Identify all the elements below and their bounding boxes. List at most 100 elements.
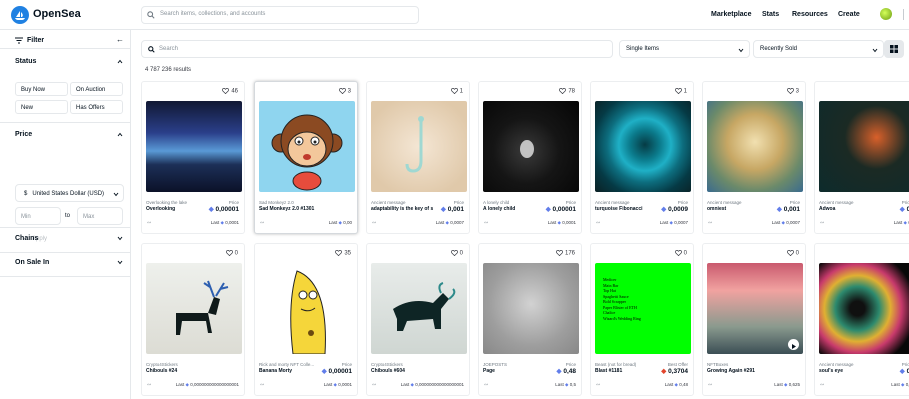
nft-image[interactable] (595, 101, 691, 192)
nft-name[interactable]: omniest (707, 206, 769, 212)
favorite-button[interactable]: 0 (225, 250, 238, 257)
status-has-offers-button[interactable]: Has Offers (70, 100, 123, 114)
nft-image[interactable] (146, 263, 242, 354)
global-search-input[interactable]: Search items, collections, and accounts (141, 6, 419, 24)
link-icon[interactable]: ∾ (260, 220, 264, 226)
nft-card[interactable]: 0 Crypto4StickersChibouls #604 ◆ ∾ Last ◆ 0… (366, 243, 470, 396)
nav-marketplace[interactable]: Marketplace (711, 11, 751, 18)
status-section-title[interactable]: Status (15, 58, 36, 65)
nft-image[interactable] (707, 263, 803, 354)
collection-name[interactable]: Ancient message (595, 200, 655, 205)
favorite-button[interactable]: 78 (559, 88, 575, 95)
price-min-input[interactable]: Min (15, 207, 61, 225)
link-icon[interactable]: ∾ (596, 220, 600, 226)
nft-card[interactable]: Ancient messagePricesoul's eye◆ 0,∾Last … (814, 243, 909, 396)
link-icon[interactable]: ∾ (708, 220, 712, 226)
status-new-button[interactable]: New (15, 100, 68, 114)
link-icon[interactable]: ∾ (484, 382, 488, 388)
sort-select[interactable]: Recently Sold (753, 40, 884, 58)
nft-image[interactable]: Medicer Main Bar Top Hat Spaghetti Sauce Bol… (595, 263, 691, 354)
opensea-logo-icon[interactable] (11, 6, 29, 24)
chains-section-title[interactable]: Chains (15, 235, 38, 242)
nft-name[interactable]: Chibouls #604 (371, 368, 433, 374)
nft-image[interactable] (483, 101, 579, 192)
chevron-up-icon[interactable] (117, 59, 123, 64)
nft-name[interactable]: Blast #1181 (595, 368, 657, 374)
collection-name[interactable]: Ancient message (819, 200, 879, 205)
favorite-button[interactable]: 3 (786, 88, 799, 95)
chevron-down-icon[interactable] (117, 236, 123, 241)
link-icon[interactable]: ∾ (484, 220, 488, 226)
collection-name[interactable]: A lonely child (483, 200, 543, 205)
favorite-button[interactable]: 176 (556, 250, 575, 257)
favorite-button[interactable]: 1 (450, 88, 463, 95)
status-on-auction-button[interactable]: On Auction (70, 82, 123, 96)
nft-image[interactable] (259, 101, 355, 192)
nft-card[interactable]: 0 Crypto4StickersChibouls #24 ◆ ∾ Last ◆ 0,… (141, 243, 245, 396)
status-buy-now-button[interactable]: Buy Now (15, 82, 68, 96)
nft-image[interactable] (483, 263, 579, 354)
nft-name[interactable]: adaptability is the key of su... (371, 206, 433, 212)
nft-card[interactable]: 3 Sad Monkeyz 2.0Sad Monkeyz 2.0 #1301 ◆ ∾… (254, 81, 358, 234)
nft-name[interactable]: Banana Morty (259, 368, 321, 374)
play-button[interactable] (788, 339, 799, 350)
collection-name[interactable]: Sad Monkeyz 2.0 (259, 200, 319, 205)
nft-image[interactable] (707, 101, 803, 192)
chevron-up-icon[interactable] (117, 132, 123, 137)
nft-name[interactable]: soul's eye (819, 368, 881, 374)
nft-card[interactable]: 0 Medicer Main Bar Top Hat Spaghetti Sauce Bo… (590, 243, 694, 396)
price-max-input[interactable]: Max (77, 207, 123, 225)
collection-name[interactable]: Crypto4Stickers (371, 362, 431, 367)
nft-image[interactable] (371, 263, 467, 354)
link-icon[interactable]: ∾ (372, 220, 376, 226)
nft-image[interactable] (146, 101, 242, 192)
nft-name[interactable]: turquoise Fibonacci (595, 206, 657, 212)
nav-resources[interactable]: Resources (792, 11, 828, 18)
nft-card[interactable]: 35 Rick and morty NFT Colle... Price Banana… (254, 243, 358, 396)
nav-stats[interactable]: Stats (762, 11, 779, 18)
collection-name[interactable]: Ancient message (371, 200, 431, 205)
collapse-arrow-icon[interactable]: ← (116, 35, 124, 44)
nft-card[interactable]: Ancient messagePriceAdwoa◆ 0,∾Last ◆ 0, (814, 81, 909, 234)
nav-create[interactable]: Create (838, 11, 860, 18)
collection-name[interactable]: Rick and morty NFT Colle... (259, 362, 319, 367)
brand-name[interactable]: OpenSea (33, 8, 81, 20)
collection-name[interactable]: Ancient message (819, 362, 879, 367)
grid-view-toggle[interactable] (884, 40, 904, 58)
nft-image[interactable] (819, 263, 909, 354)
collection-name[interactable]: NFTBoxes (707, 362, 767, 367)
link-icon[interactable]: ∾ (596, 382, 600, 388)
favorite-button[interactable]: 1 (674, 88, 687, 95)
collection-name[interactable]: JOEPOSTS (483, 362, 543, 367)
link-icon[interactable]: ∾ (260, 382, 264, 388)
collection-name[interactable]: Ancient message (707, 200, 767, 205)
favorite-button[interactable]: 0 (450, 250, 463, 257)
on-sale-in-section-title[interactable]: On Sale In (15, 259, 49, 266)
price-section-title[interactable]: Price (15, 131, 32, 138)
link-icon[interactable]: ∾ (820, 382, 824, 388)
nft-name[interactable]: Page (483, 368, 545, 374)
link-icon[interactable]: ∾ (147, 220, 151, 226)
nft-name[interactable]: Overlooking (146, 206, 208, 212)
chevron-down-icon[interactable] (117, 260, 123, 265)
link-icon[interactable]: ∾ (820, 220, 824, 226)
collection-name[interactable]: Crypto4Stickers (146, 362, 206, 367)
nft-card[interactable]: 78 A lonely child Price A lonely child ◆ 0,0… (478, 81, 582, 234)
avatar[interactable] (880, 8, 892, 20)
favorite-button[interactable]: 3 (338, 88, 351, 95)
nft-card[interactable]: 1 Ancient message Price adaptability is the… (366, 81, 470, 234)
favorite-button[interactable]: 0 (786, 250, 799, 257)
nft-card[interactable]: 176 JOEPOSTS Price Page ◆ 0,48 ∾ Last ◆ 0,5 (478, 243, 582, 396)
items-search-input[interactable]: Search (141, 40, 613, 58)
nft-card[interactable]: 46 Overlooking the lake Price Overlooking ◆ … (141, 81, 245, 234)
collection-name[interactable]: Beast (not for bread) (595, 362, 655, 367)
nft-image[interactable] (819, 101, 909, 192)
collection-name[interactable]: Overlooking the lake (146, 200, 206, 205)
favorite-button[interactable]: 46 (222, 88, 238, 95)
nft-card[interactable]: 3 Ancient message Price omniest ◆ 0,001 ∾ Last… (702, 81, 806, 234)
items-type-select[interactable]: Single Items (619, 40, 750, 58)
link-icon[interactable]: ∾ (708, 382, 712, 388)
nft-image[interactable] (259, 263, 355, 354)
nft-image[interactable] (371, 101, 467, 192)
nft-name[interactable]: Adwoa (819, 206, 881, 212)
